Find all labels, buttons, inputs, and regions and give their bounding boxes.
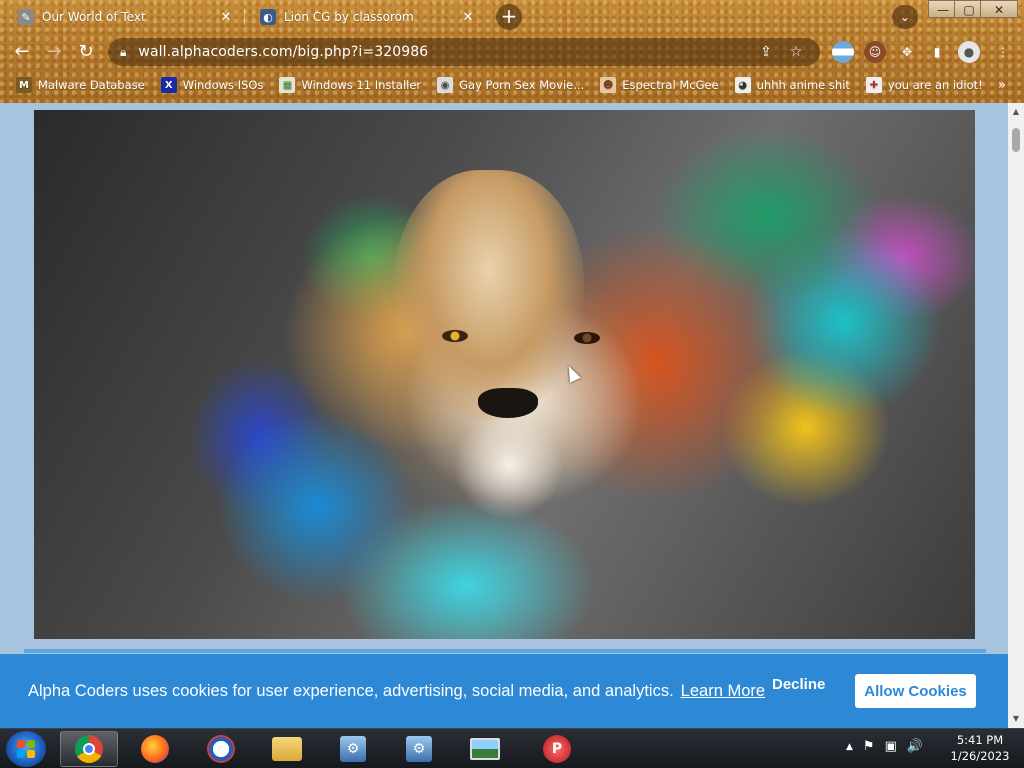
extension-flag-icon[interactable] [832, 41, 854, 63]
taskbar-installer-2-button[interactable]: ⚙ [390, 731, 448, 767]
windows-logo-icon [17, 740, 35, 758]
profile-avatar-icon[interactable]: ● [958, 41, 980, 63]
new-tab-button[interactable]: + [496, 4, 522, 30]
allow-cookies-button[interactable]: Allow Cookies [855, 674, 976, 708]
opera-icon [207, 735, 235, 763]
extensions-puzzle-icon[interactable]: ✥ [896, 41, 918, 63]
bookmark-label: uhhh anime shit [756, 78, 850, 92]
network-icon[interactable]: ▣ [885, 739, 897, 754]
bookmark-star-icon[interactable]: ☆ [784, 44, 808, 60]
bookmark-label: Gay Porn Sex Movie... [459, 78, 585, 92]
bookmark-malware-database[interactable]: M Malware Database [16, 77, 145, 93]
tab-lion-cg[interactable]: ◐ Lion CG by classorom ✕ [250, 2, 486, 32]
firefox-icon [141, 735, 169, 763]
bookmark-espectral-mcgee[interactable]: ☻ Espectral McGee [600, 77, 719, 93]
learn-more-link[interactable]: Learn More [681, 682, 765, 701]
clock-time: 5:41 PM [956, 733, 1004, 747]
bookmark-icon: ☻ [600, 77, 617, 93]
taskbar-installer-1-button[interactable]: ⚙ [324, 731, 382, 767]
bookmark-label: Espectral McGee [622, 78, 719, 92]
system-clock[interactable]: 5:41 PM 1/26/2023 [940, 732, 1020, 764]
bookmark-icon: ◕ [734, 77, 751, 93]
web-page: Alpha Coders uses cookies for user exper… [0, 103, 1008, 728]
scroll-up-arrow-icon[interactable]: ▲ [1008, 105, 1024, 119]
decline-cookies-button[interactable]: Decline [772, 676, 825, 693]
bookmark-label: you are an idiot! [887, 78, 983, 92]
installer-icon: ⚙ [406, 736, 432, 762]
system-tray: ▲ ⚑ ▣ 🔊 [846, 739, 933, 754]
url-text[interactable]: wall.alphacoders.com/big.php?i=320986 [138, 44, 748, 60]
window-close-button[interactable]: ✕ [980, 0, 1018, 18]
extension-avatar-icon[interactable]: ☺ [864, 41, 886, 63]
tab-divider [244, 9, 245, 25]
address-bar[interactable]: 🔒︎ wall.alphacoders.com/big.php?i=320986… [108, 38, 820, 66]
photo-viewer-icon [470, 738, 500, 760]
bookmark-label: Windows ISOs [182, 78, 264, 92]
browser-chrome: ✎ Our World of Text ✕ ◐ Lion CG by class… [0, 0, 1024, 103]
forward-arrow-icon[interactable]: → [40, 38, 68, 66]
bookmark-icon: M [16, 77, 32, 93]
bookmark-label: Windows 11 Installer [301, 78, 422, 92]
chrome-icon [75, 735, 103, 763]
reload-icon[interactable]: ↻ [72, 38, 100, 66]
start-button[interactable] [6, 731, 46, 767]
taskbar-firefox-button[interactable] [126, 731, 184, 767]
scroll-down-arrow-icon[interactable]: ▼ [1008, 712, 1024, 726]
taskbar-opera-button[interactable] [192, 731, 250, 767]
installer-icon: ⚙ [340, 736, 366, 762]
bookmark-icon: X [160, 77, 177, 93]
tab-favicon-icon: ◐ [260, 9, 276, 25]
lion-mane-highlight [454, 410, 564, 520]
side-panel-icon[interactable]: ▮ [926, 41, 948, 63]
bookmark-anime[interactable]: ◕ uhhh anime shit [734, 77, 850, 93]
page-scrollbar[interactable]: ▲ ▼ [1008, 103, 1024, 728]
bookmarks-overflow-icon[interactable]: » [998, 78, 1006, 93]
back-arrow-icon[interactable]: ← [8, 38, 36, 66]
tray-expand-icon[interactable]: ▲ [846, 742, 853, 752]
tab-close-icon[interactable]: ✕ [218, 10, 234, 25]
taskbar-file-explorer-button[interactable] [258, 731, 316, 767]
windows-taskbar: ⚙ ⚙ P ▲ ⚑ ▣ 🔊 5:41 PM 1/26/2023 [0, 728, 1024, 768]
bookmark-you-are-an-idiot[interactable]: ✚ you are an idiot! [865, 77, 983, 93]
cookie-consent-banner: Alpha Coders uses cookies for user exper… [0, 654, 1008, 728]
lion-wallpaper-image[interactable] [34, 110, 975, 639]
lion-nose [478, 388, 538, 418]
clock-date: 1/26/2023 [950, 749, 1010, 763]
bookmark-windows-isos[interactable]: X Windows ISOs [160, 77, 264, 93]
share-icon[interactable]: ⇪ [754, 44, 778, 60]
content-divider [24, 649, 986, 653]
bookmark-movie-site[interactable]: ◉ Gay Porn Sex Movie... [437, 77, 584, 93]
folder-icon [272, 737, 302, 761]
lion-eye [574, 332, 600, 344]
taskbar-chrome-button[interactable] [60, 731, 118, 767]
lion-face [394, 170, 584, 420]
taskbar-pinball-button[interactable]: P [528, 731, 586, 767]
bookmark-icon: ✚ [865, 77, 882, 93]
lock-icon: 🔒︎ [120, 44, 127, 59]
pinball-icon: P [543, 735, 571, 763]
bookmark-icon: ◉ [437, 77, 454, 93]
tab-strip: ✎ Our World of Text ✕ ◐ Lion CG by class… [0, 0, 1024, 34]
browser-toolbar: ← → ↻ 🔒︎ wall.alphacoders.com/big.php?i=… [0, 34, 1024, 70]
tab-our-world-of-text[interactable]: ✎ Our World of Text ✕ [8, 2, 244, 32]
bookmark-label: Malware Database [38, 78, 145, 92]
cookie-message: Alpha Coders uses cookies for user exper… [28, 681, 674, 700]
tab-favicon-icon: ✎ [18, 9, 34, 25]
tab-title: Lion CG by classorom [284, 10, 414, 24]
bookmark-icon: ▦ [279, 77, 296, 93]
bookmarks-bar: M Malware Database X Windows ISOs ▦ Wind… [0, 70, 1024, 100]
bookmark-windows-11-installer[interactable]: ▦ Windows 11 Installer [279, 77, 421, 93]
lion-eye [442, 330, 468, 342]
tab-search-button[interactable]: ⌄ [892, 5, 918, 29]
taskbar-photo-viewer-button[interactable] [456, 731, 514, 767]
action-center-flag-icon[interactable]: ⚑ [863, 739, 875, 754]
scroll-thumb[interactable] [1012, 128, 1020, 152]
menu-kebab-icon[interactable]: ⋮ [992, 41, 1014, 63]
volume-icon[interactable]: 🔊 [907, 739, 923, 754]
tab-title: Our World of Text [42, 10, 146, 24]
tab-close-icon[interactable]: ✕ [460, 10, 476, 25]
